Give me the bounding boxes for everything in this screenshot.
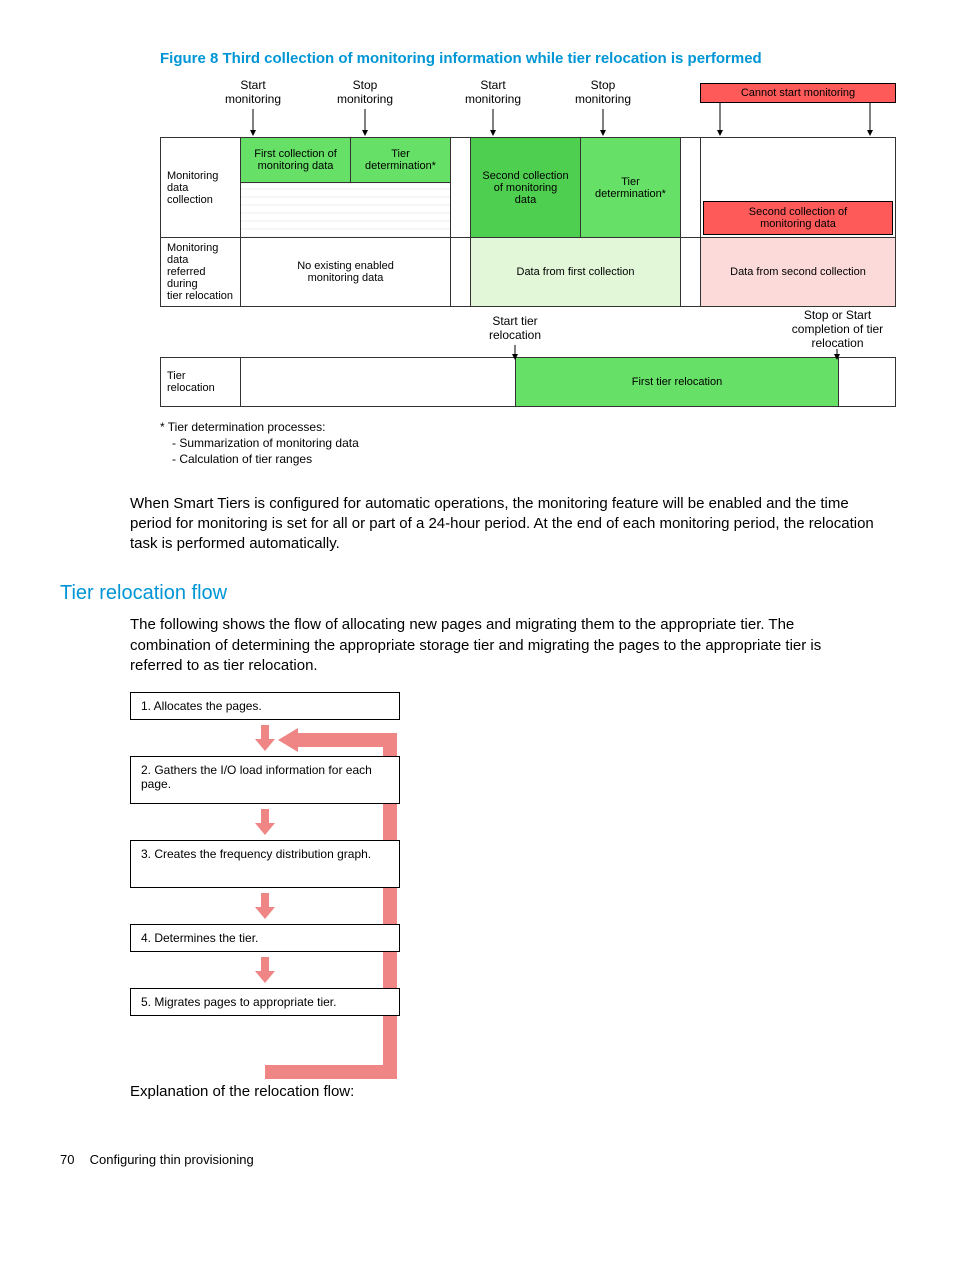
- flow-step-3: 3. Creates the frequency distribution gr…: [130, 840, 400, 888]
- footnote-l3: - Calculation of tier ranges: [160, 451, 894, 467]
- figure-title: Figure 8 Third collection of monitoring …: [160, 50, 894, 67]
- paragraph-1: When Smart Tiers is configured for autom…: [130, 494, 874, 555]
- chapter-title: Configuring thin provisioning: [90, 1152, 254, 1167]
- row1-tier-det-2: Tierdetermination*: [581, 138, 681, 238]
- row2-first: Data from first collection: [471, 238, 681, 307]
- top-arrows: [160, 109, 895, 139]
- row1-second-collection: Second collectionof monitoringdata: [471, 138, 581, 238]
- paragraph-2: The following shows the flow of allocati…: [130, 615, 874, 676]
- label-start-monitoring-2: Startmonitoring: [458, 79, 528, 107]
- row1-label: Monitoringdatacollection: [161, 138, 241, 238]
- arrow-down-icon: [250, 723, 280, 753]
- flow-step-1: 1. Allocates the pages.: [130, 692, 400, 720]
- flow-step-5: 5. Migrates pages to appropriate tier.: [130, 988, 400, 1016]
- row1-first-collection: First collection ofmonitoring data: [241, 138, 351, 183]
- page-footer: 70 Configuring thin provisioning: [60, 1152, 894, 1167]
- figure-footnote: * Tier determination processes: - Summar…: [160, 419, 894, 468]
- label-stop-monitoring-2: Stopmonitoring: [568, 79, 638, 107]
- row3-first-reloc: First tier relocation: [516, 358, 839, 407]
- row3-label: Tierrelocation: [161, 358, 241, 407]
- row2-no-data: No existing enabledmonitoring data: [241, 238, 451, 307]
- row1-tier-det-1: Tierdetermination*: [351, 138, 451, 183]
- label-stop-monitoring-1: Stopmonitoring: [330, 79, 400, 107]
- footnote-l1: * Tier determination processes:: [160, 419, 894, 435]
- relocation-flowchart: 1. Allocates the pages. 2. Gathers the I…: [130, 692, 400, 1056]
- label-start-monitoring-1: Startmonitoring: [218, 79, 288, 107]
- monitoring-table: Monitoringdatacollection First collectio…: [160, 137, 896, 307]
- flow-step-4: 4. Determines the tier.: [130, 924, 400, 952]
- arrow-down-icon: [250, 891, 280, 921]
- row1-second-collection-err: Second collection ofmonitoring data: [703, 201, 893, 235]
- row2-label: Monitoring datareferred duringtier reloc…: [161, 238, 241, 307]
- arrow-down-icon: [250, 807, 280, 837]
- row2-second: Data from second collection: [701, 238, 896, 307]
- figure-diagram: Startmonitoring Stopmonitoring Startmoni…: [160, 79, 895, 407]
- arrow-down-icon: [250, 955, 280, 985]
- section-title: Tier relocation flow: [60, 582, 894, 605]
- footnote-l2: - Summarization of monitoring data: [160, 435, 894, 451]
- label-cannot-start: Cannot start monitoring: [700, 83, 896, 103]
- flow-step-2: 2. Gathers the I/O load information for …: [130, 756, 400, 804]
- page-number: 70: [60, 1152, 86, 1167]
